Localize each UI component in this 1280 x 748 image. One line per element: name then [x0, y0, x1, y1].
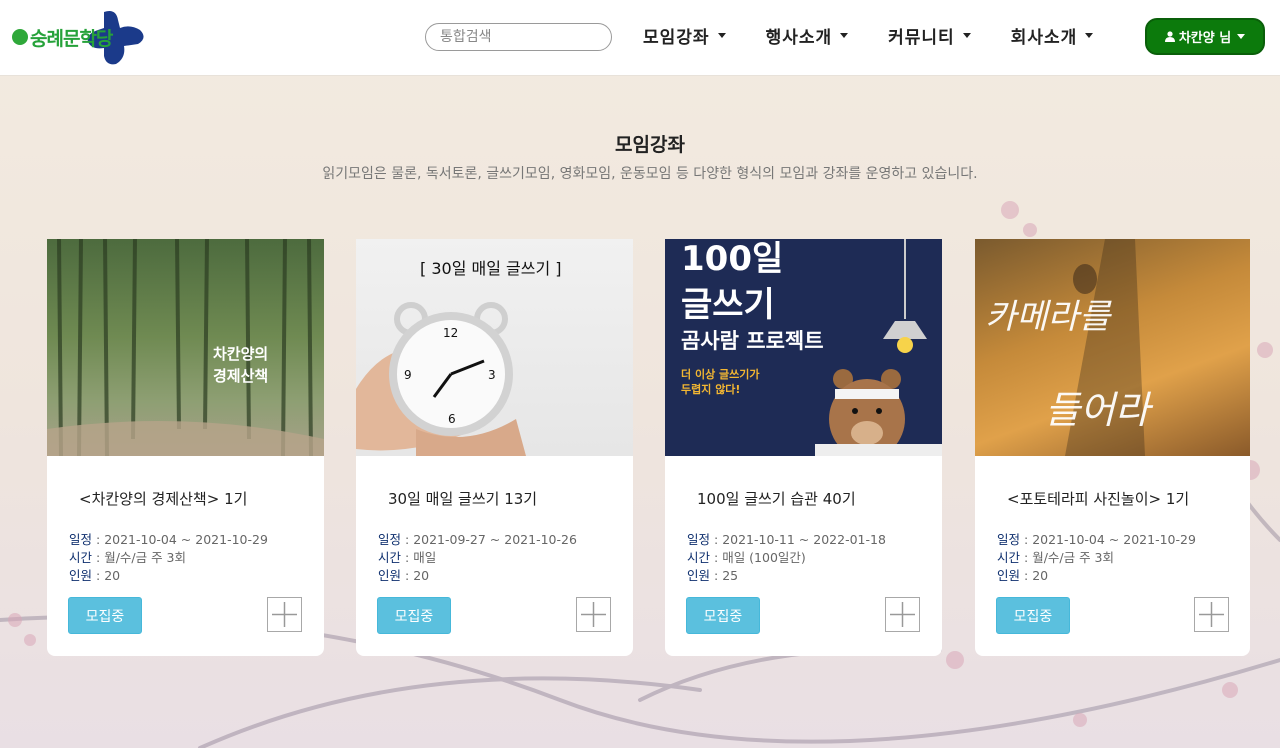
recruiting-badge[interactable]: 모집중 [68, 597, 142, 634]
recruiting-badge[interactable]: 모집중 [377, 597, 451, 634]
people-value: 20 [413, 568, 430, 583]
thumbnail-text: 들어라 [1045, 388, 1150, 432]
logo-text: 숭례문학당 [30, 27, 113, 50]
course-card[interactable]: 카메라를 들어라 <포토테라피 사진놀이> 1기 일정 : 2021-10-04… [975, 239, 1250, 656]
nav-item-events[interactable]: 행사소개 [766, 22, 849, 48]
user-icon [1164, 31, 1175, 42]
course-info: 일정 : 2021-09-27 ~ 2021-10-26 시간 : 매일 인원 … [378, 532, 577, 583]
caret-down-icon [1237, 34, 1246, 39]
people-value: 20 [104, 568, 121, 583]
course-info: 일정 : 2021-10-04 ~ 2021-10-29 시간 : 월/수/금 … [997, 532, 1196, 583]
people-label: 인원 [997, 568, 1021, 583]
recruiting-badge[interactable]: 모집중 [996, 597, 1070, 634]
schedule-label: 일정 [997, 532, 1021, 547]
section-description: 읽기모임은 물론, 독서토론, 글쓰기모임, 영화모임, 운동모임 등 다양한 … [322, 166, 978, 182]
course-card[interactable]: 차칸양의 경제산책 <차칸양의 경제산책> 1기 일정 : 2021-10-04… [47, 239, 324, 656]
people-value: 20 [1032, 568, 1049, 583]
more-button[interactable] [885, 597, 920, 632]
schedule-label: 일정 [69, 532, 93, 547]
people-label: 인원 [69, 568, 93, 583]
plus-icon [890, 602, 915, 627]
time-label: 시간 [687, 550, 711, 565]
plus-icon [1199, 602, 1224, 627]
course-thumbnail[interactable]: 차칸양의 경제산책 [47, 239, 324, 456]
nav-item-label: 회사소개 [1010, 27, 1078, 48]
site-logo[interactable]: 숭례문학당 [12, 8, 144, 66]
plus-icon [272, 602, 297, 627]
time-value: 월/수/금 주 3회 [104, 550, 187, 565]
time-value: 매일 (100일간) [722, 550, 806, 565]
thumbnail-text: 차칸양의 [213, 345, 269, 363]
people-value: 25 [722, 568, 739, 583]
nav-item-label: 커뮤니티 [888, 27, 955, 48]
schedule-value: 2021-10-11 ~ 2022-01-18 [722, 532, 886, 547]
course-info: 일정 : 2021-10-04 ~ 2021-10-29 시간 : 월/수/금 … [69, 532, 268, 583]
time-label: 시간 [997, 550, 1021, 565]
nav-item-community[interactable]: 커뮤니티 [888, 22, 971, 48]
svg-text:12: 12 [443, 326, 458, 340]
time-label: 시간 [378, 550, 402, 565]
course-title[interactable]: 30일 매일 글쓰기 13기 [388, 488, 537, 509]
search-input[interactable] [440, 29, 614, 45]
course-card[interactable]: 100일 글쓰기 곰사람 프로젝트 더 이상 글쓰기가 두렵지 않다! 100일… [665, 239, 942, 656]
recruiting-badge[interactable]: 모집중 [686, 597, 760, 634]
schedule-value: 2021-09-27 ~ 2021-10-26 [413, 532, 577, 547]
svg-text:6: 6 [448, 412, 456, 426]
logo-dot-icon [12, 29, 28, 45]
course-card[interactable]: [ 30일 매일 글쓰기 ] 12 3 6 9 30일 매일 글쓰기 13기 일… [356, 239, 633, 656]
course-info: 일정 : 2021-10-11 ~ 2022-01-18 시간 : 매일 (10… [687, 532, 886, 583]
more-button[interactable] [576, 597, 611, 632]
time-value: 매일 [413, 550, 437, 565]
svg-text:3: 3 [488, 368, 496, 382]
thumbnail-text: 경제산책 [213, 367, 269, 385]
schedule-value: 2021-10-04 ~ 2021-10-29 [1032, 532, 1196, 547]
nav-item-courses[interactable]: 모임강좌 [643, 22, 726, 48]
caret-down-icon [1085, 32, 1094, 38]
more-button[interactable] [1194, 597, 1229, 632]
schedule-label: 일정 [378, 532, 402, 547]
plus-icon [581, 602, 606, 627]
course-title[interactable]: <포토테라피 사진놀이> 1기 [1007, 488, 1189, 509]
main-nav: 모임강좌 행사소개 커뮤니티 회사소개 [643, 22, 1133, 48]
user-name: 차칸양 님 [1178, 31, 1232, 46]
time-label: 시간 [69, 550, 93, 565]
time-value: 월/수/금 주 3회 [1032, 550, 1115, 565]
search-bar[interactable] [425, 23, 614, 51]
section-title: 모임강좌 [615, 134, 685, 156]
course-title[interactable]: 100일 글쓰기 습관 40기 [697, 488, 856, 509]
thumbnail-text: 카메라를 [985, 297, 1111, 337]
nav-item-about[interactable]: 회사소개 [1011, 22, 1094, 48]
user-menu-button[interactable]: 차칸양 님 [1145, 18, 1265, 55]
nav-item-label: 행사소개 [765, 27, 833, 48]
people-label: 인원 [378, 568, 402, 583]
svg-text:9: 9 [404, 368, 412, 382]
more-button[interactable] [267, 597, 302, 632]
caret-down-icon [962, 32, 971, 38]
schedule-value: 2021-10-04 ~ 2021-10-29 [104, 532, 268, 547]
alarm-clock-image: 12 3 6 9 [356, 302, 526, 456]
site-header: 숭례문학당 모임강좌 행사소개 커뮤니티 회사소개 [0, 0, 1280, 76]
caret-down-icon [717, 32, 726, 38]
course-title[interactable]: <차칸양의 경제산책> 1기 [79, 488, 247, 509]
bamboo-forest-image [47, 239, 324, 456]
course-thumbnail[interactable]: 카메라를 들어라 [975, 239, 1250, 456]
course-thumbnail[interactable]: [ 30일 매일 글쓰기 ] 12 3 6 9 [356, 239, 633, 456]
schedule-label: 일정 [687, 532, 711, 547]
caret-down-icon [840, 32, 849, 38]
nav-item-label: 모임강좌 [643, 27, 710, 48]
bear-lamp-image [815, 239, 942, 456]
course-thumbnail[interactable]: 100일 글쓰기 곰사람 프로젝트 더 이상 글쓰기가 두렵지 않다! [665, 239, 942, 456]
people-label: 인원 [687, 568, 711, 583]
thumbnail-text: [ 30일 매일 글쓰기 ] [420, 259, 562, 278]
